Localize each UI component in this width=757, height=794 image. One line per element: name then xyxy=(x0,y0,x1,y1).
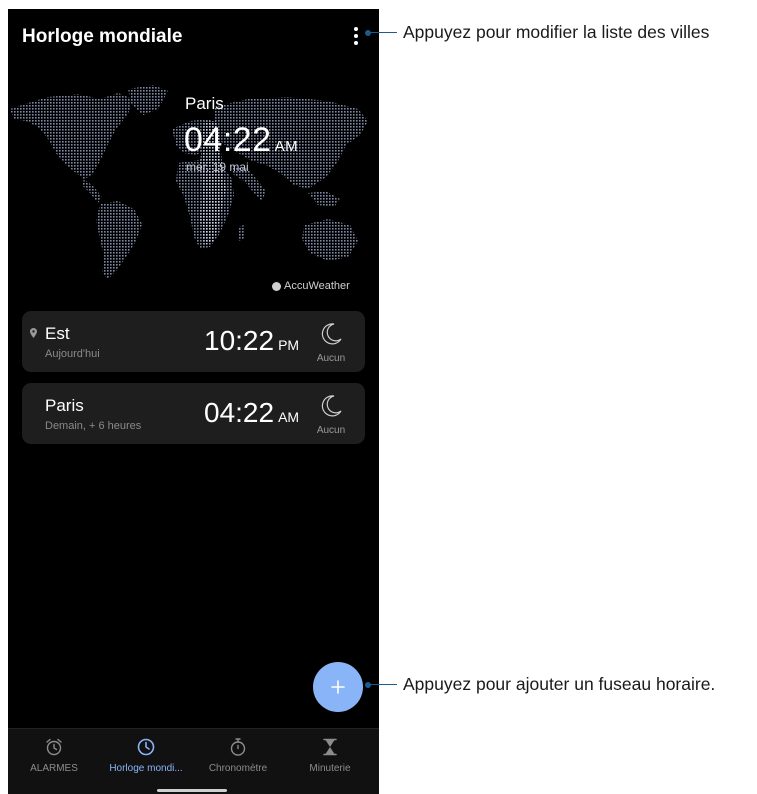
add-city-button[interactable] xyxy=(313,662,363,712)
clock-ampm: PM xyxy=(278,337,300,353)
alarm-icon xyxy=(46,738,62,756)
hero-date: mer. 19 mai xyxy=(186,160,249,174)
nav-tab-stopwatch[interactable]: Chronomètre xyxy=(192,737,284,774)
callout-menu: Appuyez pour modifier la liste des ville… xyxy=(365,22,709,43)
stopwatch-icon xyxy=(230,738,246,756)
clock-ampm: AM xyxy=(278,409,300,425)
clock-subtitle: Aujourd'hui xyxy=(45,348,100,360)
clock-weather: Aucun xyxy=(316,425,346,436)
more-vert-icon xyxy=(354,27,358,31)
hourglass-icon xyxy=(323,738,337,756)
world-clock-card[interactable]: Est Aujourd'hui 10:22 PM Aucun xyxy=(22,311,365,372)
nav-label-timer: Minuterie xyxy=(309,763,351,774)
clock-subtitle: Demain, + 6 heures xyxy=(45,420,142,432)
plus-icon xyxy=(331,680,345,694)
callout-line xyxy=(369,32,397,33)
nav-tab-alarms[interactable]: ALARMES xyxy=(8,737,100,774)
location-pin-icon xyxy=(30,328,37,338)
moon-icon xyxy=(321,395,342,417)
nav-label-stopwatch: Chronomètre xyxy=(208,763,268,774)
nav-tab-timer[interactable]: Minuterie xyxy=(284,737,376,774)
home-indicator[interactable] xyxy=(157,789,227,792)
clock-icon xyxy=(137,738,155,756)
hero-time-value: 04:22 xyxy=(184,121,272,159)
clock-weather: Aucun xyxy=(316,353,346,364)
nav-label-alarms: ALARMES xyxy=(30,763,78,774)
clock-time-value: 10:22 xyxy=(204,325,275,356)
callout-line xyxy=(369,684,397,685)
hero-city: Paris xyxy=(185,94,224,113)
accuweather-label: AccuWeather xyxy=(284,280,350,292)
more-options-button[interactable] xyxy=(345,23,367,49)
bottom-navigation: ALARMES Horloge mondi... Chronomètre Min… xyxy=(8,728,379,794)
nav-tab-world-clock[interactable]: Horloge mondi... xyxy=(100,737,192,774)
callout-menu-text: Appuyez pour modifier la liste des ville… xyxy=(403,22,710,42)
clock-city: Paris xyxy=(45,396,84,415)
accuweather-logo-icon xyxy=(272,281,281,291)
hero-ampm: AM xyxy=(274,138,299,155)
clock-time-value: 04:22 xyxy=(204,397,275,428)
page-title: Horloge mondiale xyxy=(22,26,183,47)
nav-label-world-clock: Horloge mondi... xyxy=(109,763,183,774)
accuweather-attribution[interactable]: AccuWeather xyxy=(272,280,350,292)
moon-icon xyxy=(321,323,342,345)
clock-time: 04:22 AM xyxy=(204,397,299,429)
more-vert-icon-dot xyxy=(354,34,358,38)
callout-fab: Appuyez pour ajouter un fuseau horaire. xyxy=(365,674,715,695)
callout-fab-text: Appuyez pour ajouter un fuseau horaire. xyxy=(403,674,716,694)
more-vert-icon-dot xyxy=(354,41,358,45)
clock-city: Est xyxy=(45,324,70,343)
clock-time: 10:22 PM xyxy=(204,325,299,357)
world-clock-card[interactable]: Paris Demain, + 6 heures 04:22 AM Aucun xyxy=(22,383,365,444)
phone-screen: Horloge mondiale Paris 04:22 AM mer. 19 … xyxy=(8,9,379,794)
hero-time: 04:22 AM xyxy=(184,121,298,160)
